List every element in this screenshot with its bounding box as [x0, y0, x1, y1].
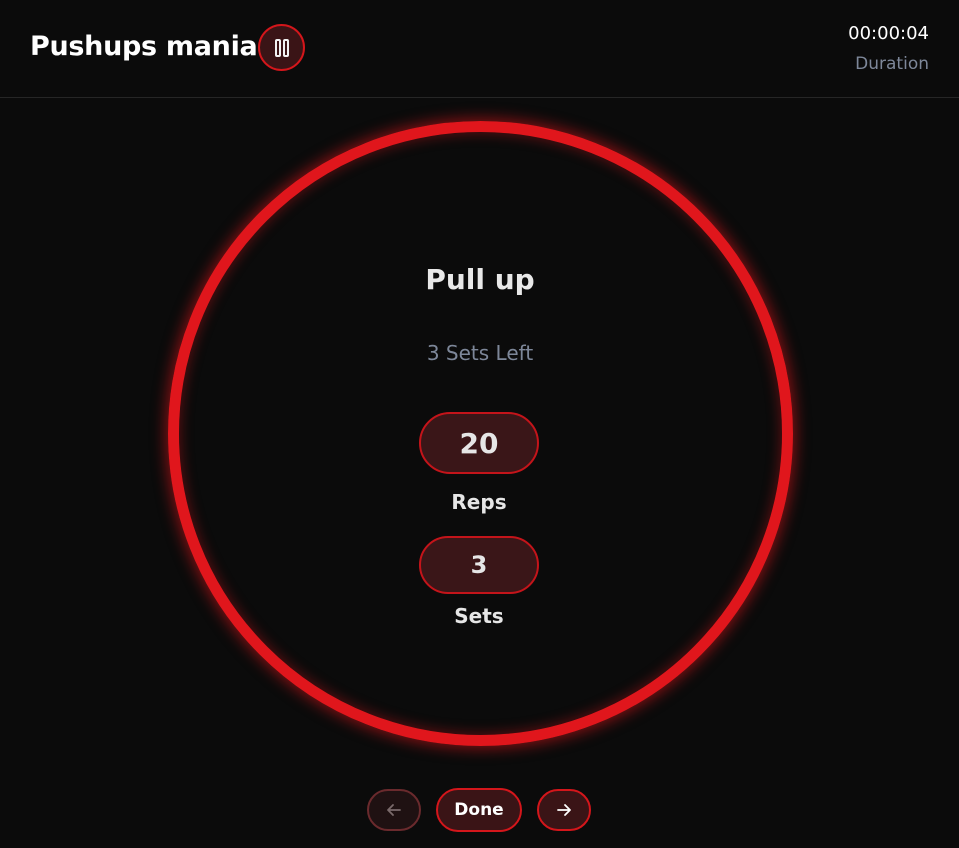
pause-icon	[274, 38, 289, 57]
sets-value-pill: 3	[419, 536, 539, 594]
reps-value-pill: 20	[419, 412, 539, 474]
workout-screen: Pushups mania 00:00:04 Duration Pull up …	[0, 0, 959, 848]
timer-label: Duration	[855, 54, 929, 74]
duration-timer: 00:00:04 Duration	[848, 22, 929, 76]
pause-button[interactable]	[258, 24, 305, 71]
arrow-right-icon	[557, 804, 571, 816]
previous-button[interactable]	[367, 789, 421, 831]
workout-title: Pushups mania	[30, 31, 258, 62]
sets-left-text: 3 Sets Left	[426, 341, 534, 365]
next-button[interactable]	[537, 789, 591, 831]
exercise-name: Pull up	[425, 263, 535, 296]
timer-value: 00:00:04	[848, 23, 929, 44]
reps-label: Reps	[451, 490, 507, 514]
header: Pushups mania 00:00:04 Duration	[0, 0, 959, 98]
sets-label: Sets	[454, 604, 504, 628]
done-button[interactable]: Done	[436, 788, 522, 832]
arrow-left-icon	[387, 804, 401, 816]
